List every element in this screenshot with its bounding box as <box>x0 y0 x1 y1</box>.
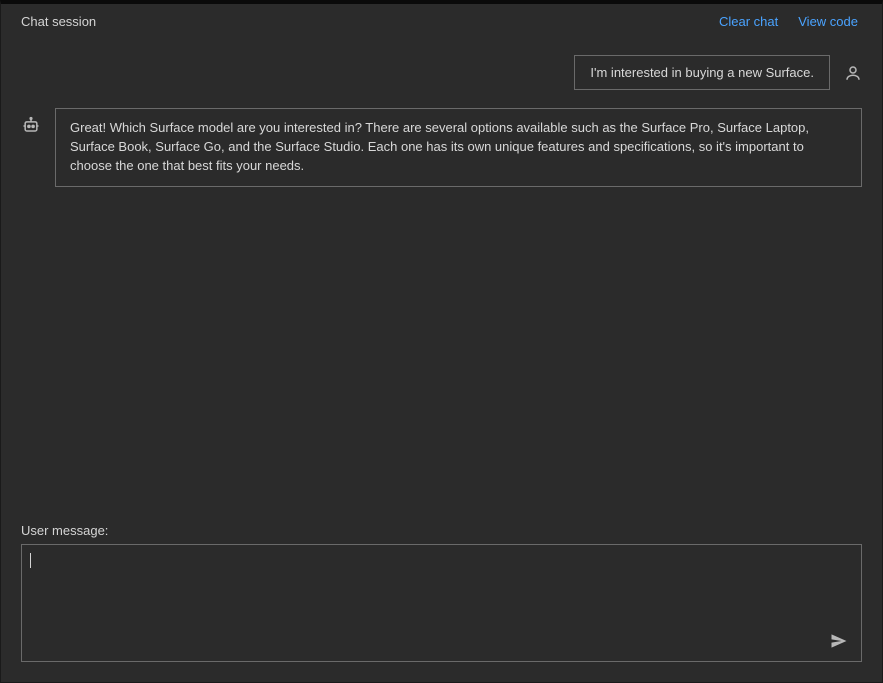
bot-icon <box>21 116 41 136</box>
bot-message-row: Great! Which Surface model are you inter… <box>21 108 862 187</box>
input-label: User message: <box>21 523 862 538</box>
user-icon <box>844 64 862 82</box>
user-message-row: I'm interested in buying a new Surface. <box>21 55 862 90</box>
text-cursor <box>30 553 31 568</box>
chat-area: I'm interested in buying a new Surface. <box>1 39 882 523</box>
bot-message-bubble: Great! Which Surface model are you inter… <box>55 108 862 187</box>
clear-chat-link[interactable]: Clear chat <box>719 14 778 29</box>
input-area: User message: <box>1 523 882 682</box>
user-message-input[interactable] <box>22 545 861 661</box>
input-wrapper <box>21 544 862 662</box>
user-message-bubble: I'm interested in buying a new Surface. <box>574 55 830 90</box>
view-code-link[interactable]: View code <box>798 14 858 29</box>
send-button[interactable] <box>829 631 849 651</box>
page-title: Chat session <box>21 14 96 29</box>
header-actions: Clear chat View code <box>719 14 858 29</box>
chat-window: Chat session Clear chat View code I'm in… <box>0 0 883 683</box>
header: Chat session Clear chat View code <box>1 4 882 39</box>
